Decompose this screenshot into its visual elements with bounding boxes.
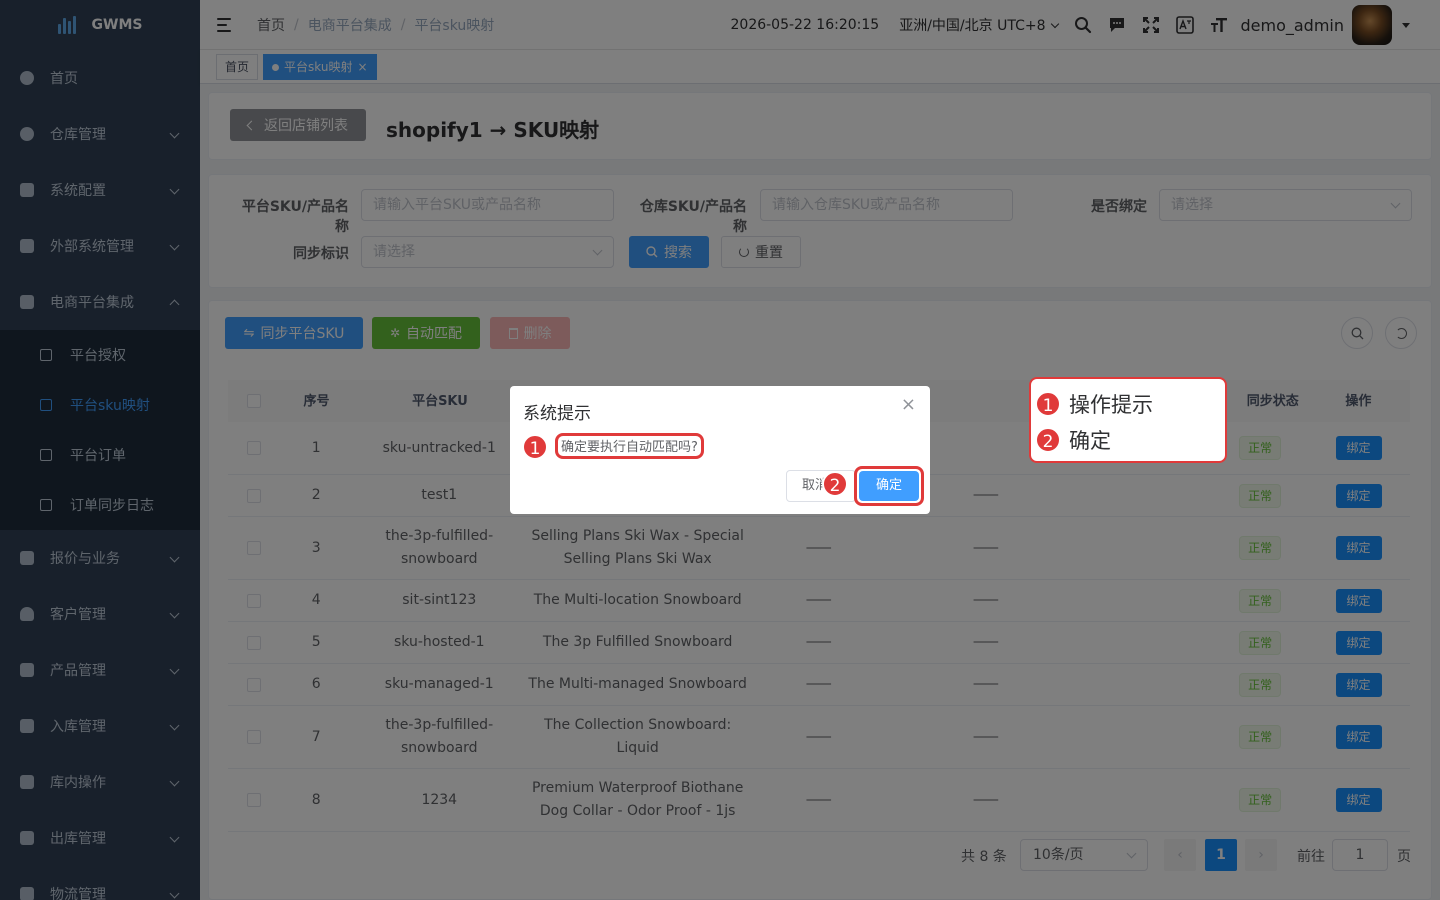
legend-text: 操作提示 (1069, 393, 1153, 417)
dialog-title: 系统提示 (523, 404, 591, 424)
confirm-button[interactable]: 确定 (859, 471, 919, 501)
annotation-badge-1: 1 (522, 434, 548, 460)
legend-item: 2 确定 (1035, 425, 1111, 455)
annotation-badge-2: 2 (822, 471, 848, 497)
confirm-dialog: 系统提示 × 1 确定要执行自动匹配吗? 取消 2 确定 (510, 386, 930, 514)
legend-badge: 1 (1035, 391, 1061, 417)
legend-badge: 2 (1035, 427, 1061, 453)
legend-item: 1 操作提示 (1035, 389, 1153, 419)
annotation-legend: 1 操作提示 2 确定 (1029, 377, 1227, 463)
legend-text: 确定 (1069, 429, 1111, 453)
dialog-message: 确定要执行自动匹配吗? (555, 433, 704, 459)
close-icon[interactable]: × (901, 394, 916, 415)
